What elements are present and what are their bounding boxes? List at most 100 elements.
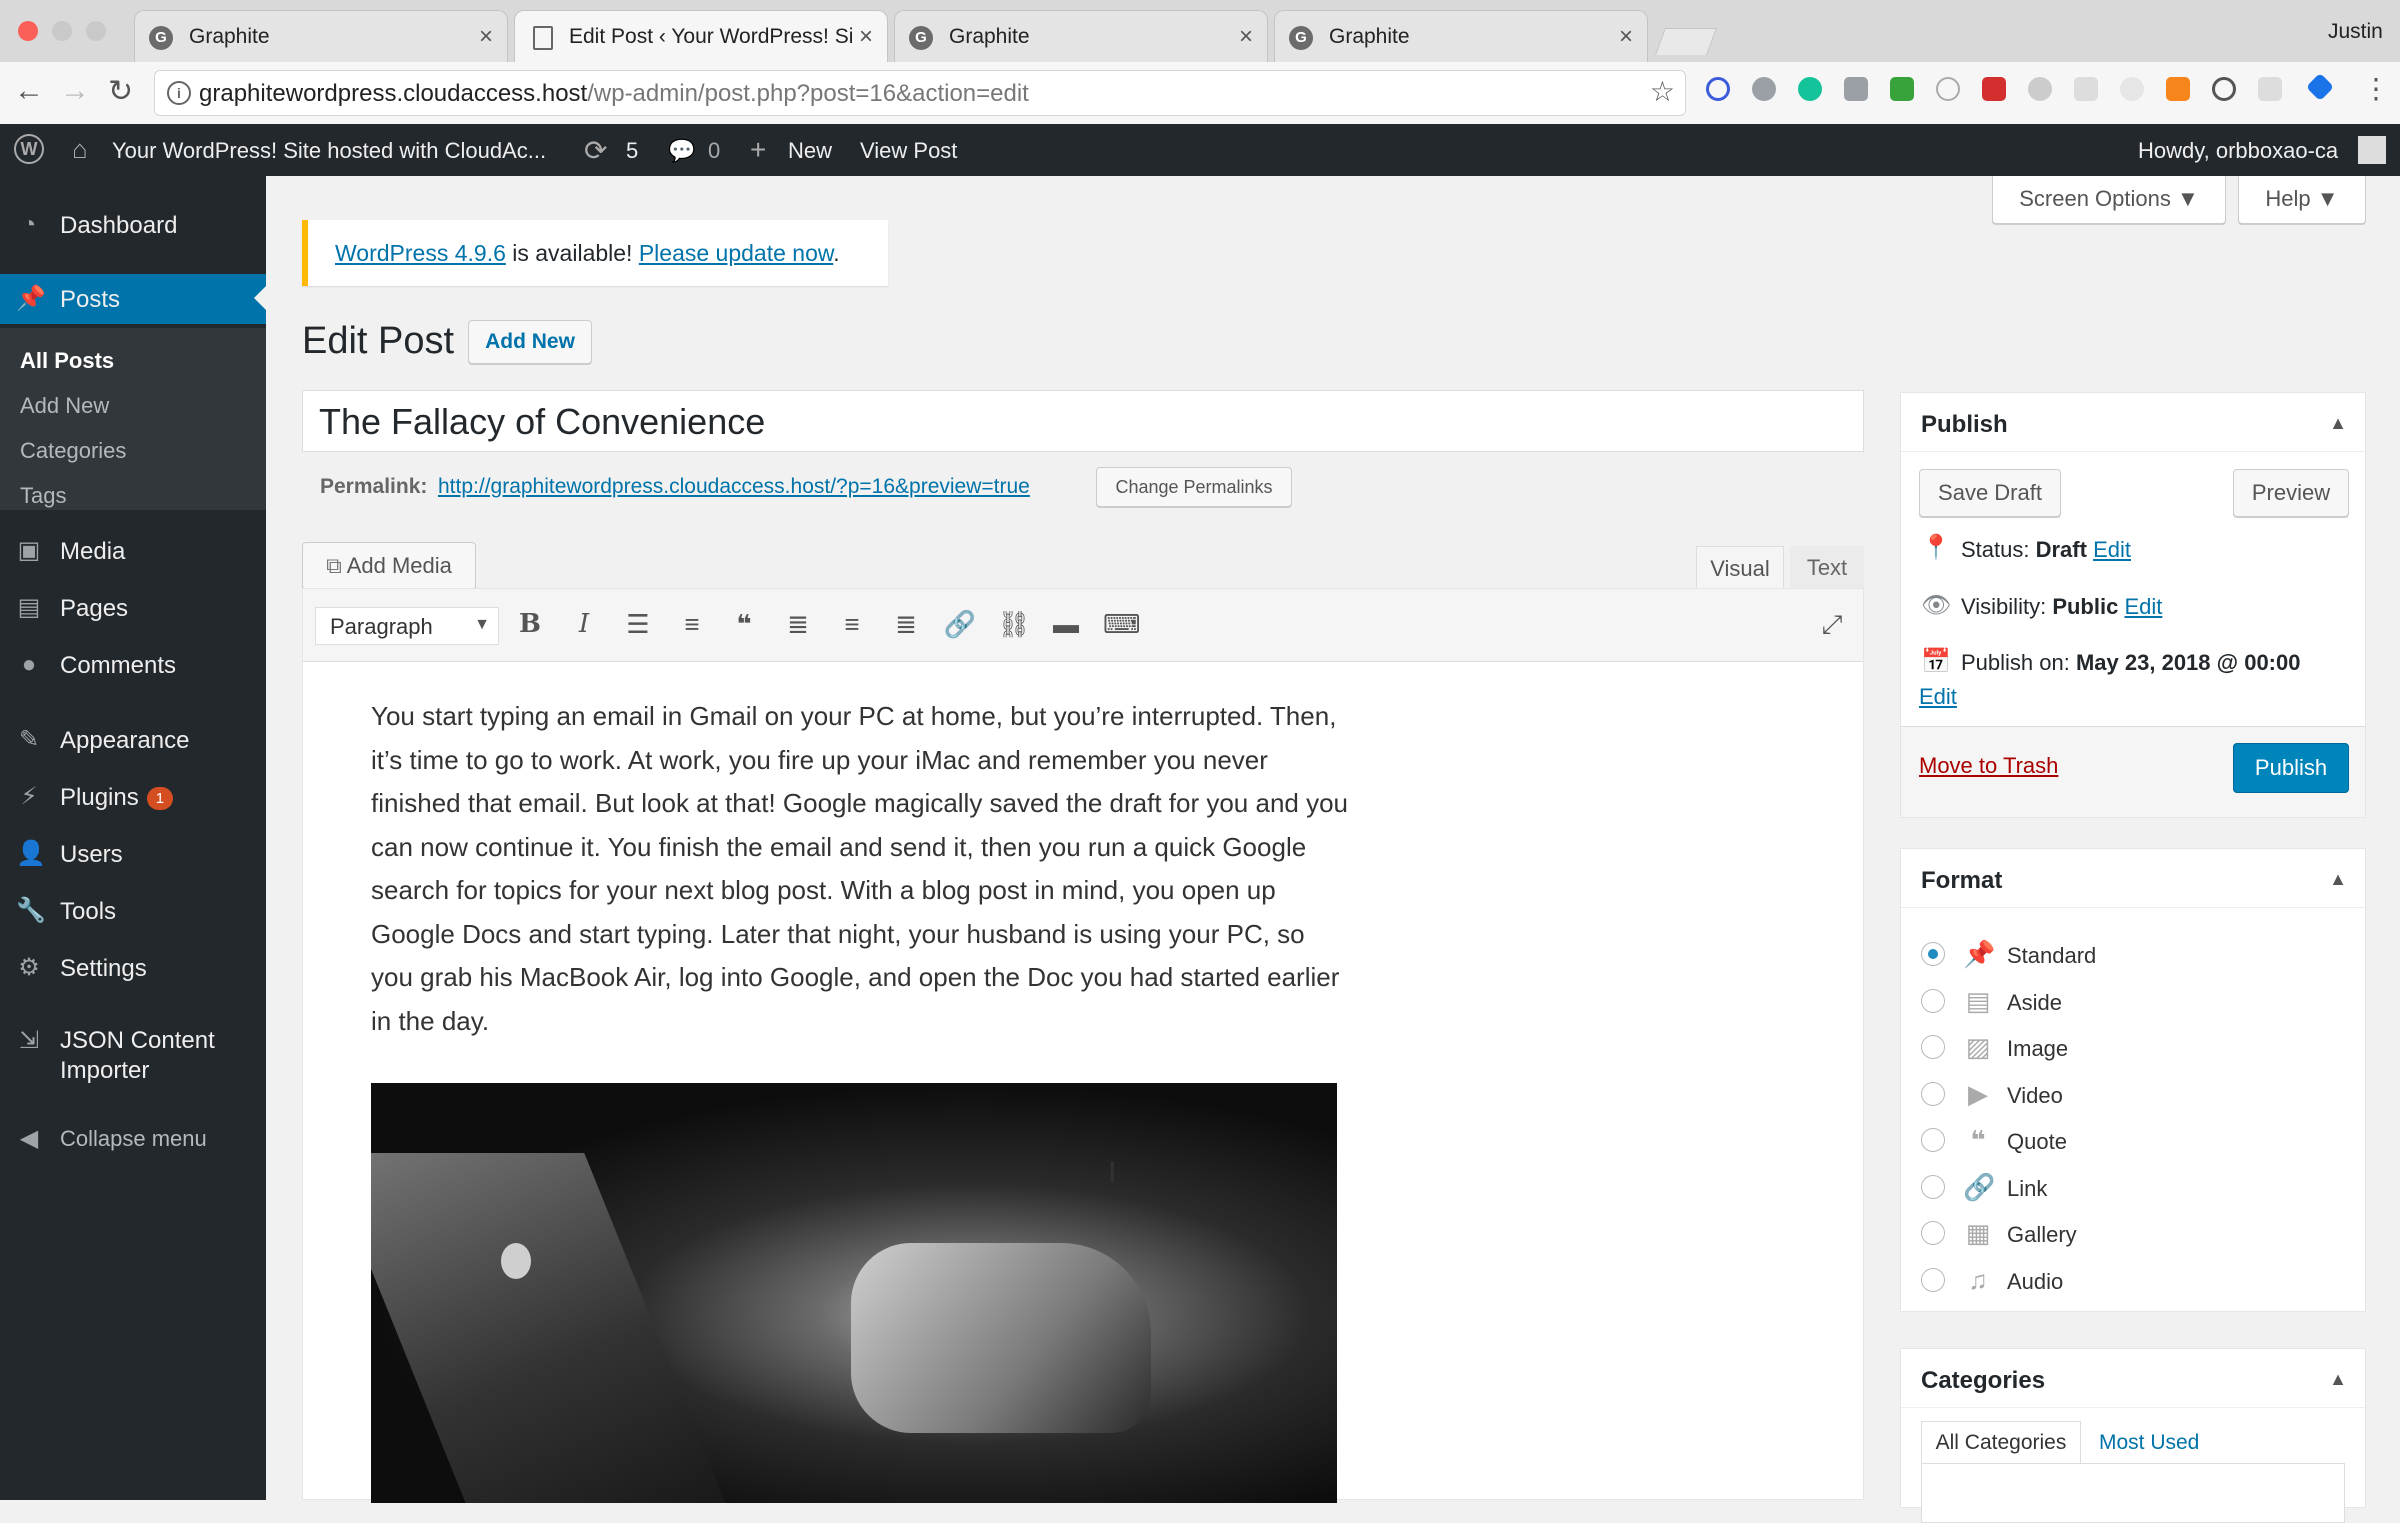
- sidebar-item-posts[interactable]: 📌 Posts: [0, 274, 266, 324]
- minimize-window-button[interactable]: [52, 21, 72, 41]
- edit-publish-date-link[interactable]: Edit: [1919, 684, 1957, 710]
- close-tab-icon[interactable]: ×: [1239, 23, 1253, 51]
- back-arrow-icon[interactable]: ←: [14, 74, 44, 108]
- move-to-trash-link[interactable]: Move to Trash: [1919, 753, 2058, 779]
- extension-icon[interactable]: [1936, 77, 1960, 101]
- close-tab-icon[interactable]: ×: [1619, 23, 1633, 51]
- publish-button[interactable]: Publish: [2233, 743, 2349, 793]
- sidebar-item-plugins[interactable]: ⚡ Plugins 1: [0, 772, 266, 822]
- submenu-add-new[interactable]: Add New: [20, 393, 109, 419]
- comments-count[interactable]: 0: [708, 138, 720, 164]
- maximize-window-button[interactable]: [86, 21, 106, 41]
- fullscreen-icon[interactable]: ⤢: [1815, 609, 1849, 641]
- extension-icon[interactable]: [2028, 77, 2052, 101]
- sidebar-item-json-content-importer[interactable]: ⇲ JSON Content Importer: [0, 1016, 266, 1096]
- screen-options-button[interactable]: Screen Options ▼: [1992, 176, 2226, 224]
- collapse-menu-button[interactable]: ◀ Collapse menu: [0, 1114, 266, 1164]
- align-left-icon[interactable]: ≣: [781, 609, 815, 640]
- browser-menu-icon[interactable]: ⋮: [2362, 72, 2390, 105]
- view-post-link[interactable]: View Post: [860, 138, 957, 164]
- address-bar[interactable]: i graphitewordpress.cloudaccess.host/wp-…: [154, 70, 1686, 116]
- extension-icon[interactable]: [1982, 77, 2006, 101]
- sidebar-item-media[interactable]: ▣ Media: [0, 526, 266, 576]
- tab-all-categories[interactable]: All Categories: [1921, 1421, 2081, 1465]
- permalink-url-link[interactable]: http://graphitewordpress.cloudaccess.hos…: [438, 475, 1030, 499]
- format-radio-gallery[interactable]: [1921, 1221, 1945, 1245]
- align-right-icon[interactable]: ≣: [889, 609, 923, 640]
- sidebar-item-users[interactable]: 👤 Users: [0, 829, 266, 879]
- sidebar-item-dashboard[interactable]: ◔ Dashboard: [0, 200, 266, 250]
- read-more-icon[interactable]: ▬: [1049, 609, 1083, 640]
- close-tab-icon[interactable]: ×: [479, 23, 493, 51]
- browser-tab[interactable]: G Graphite ×: [894, 10, 1268, 62]
- toggle-panel-icon[interactable]: ▲: [2329, 413, 2347, 434]
- format-radio-aside[interactable]: [1921, 989, 1945, 1013]
- browser-tab[interactable]: G Graphite ×: [1274, 10, 1648, 62]
- avatar[interactable]: [2358, 136, 2386, 164]
- new-tab-button[interactable]: [1655, 28, 1717, 55]
- close-tab-icon[interactable]: ×: [859, 23, 873, 51]
- wordpress-logo-icon[interactable]: W: [14, 134, 44, 164]
- submenu-categories[interactable]: Categories: [20, 438, 126, 464]
- toolbar-toggle-icon[interactable]: ⌨: [1103, 609, 1141, 640]
- site-info-icon[interactable]: i: [167, 81, 191, 105]
- format-radio-video[interactable]: [1921, 1082, 1945, 1106]
- extension-icon[interactable]: [2074, 77, 2098, 101]
- toggle-panel-icon[interactable]: ▲: [2329, 1369, 2347, 1390]
- reload-icon[interactable]: ↻: [108, 74, 133, 109]
- format-select[interactable]: Paragraph ▼: [315, 607, 499, 645]
- post-body-text[interactable]: You start typing an email in Gmail on yo…: [371, 695, 1351, 1043]
- url-text[interactable]: graphitewordpress.cloudaccess.host/wp-ad…: [199, 80, 1029, 108]
- align-center-icon[interactable]: ≡: [835, 609, 869, 640]
- insert-link-icon[interactable]: 🔗: [943, 609, 977, 640]
- close-window-button[interactable]: [18, 21, 38, 41]
- add-media-button[interactable]: ⧉ Add Media: [302, 542, 476, 590]
- edit-status-link[interactable]: Edit: [2093, 537, 2131, 562]
- new-content-link[interactable]: New: [788, 138, 832, 164]
- extension-icon[interactable]: [1844, 77, 1868, 101]
- sidebar-item-pages[interactable]: ▤ Pages: [0, 583, 266, 633]
- sidebar-item-comments[interactable]: ● Comments: [0, 640, 266, 690]
- grammarly-extension-icon[interactable]: [1798, 77, 1822, 101]
- toggle-panel-icon[interactable]: ▲: [2329, 869, 2347, 890]
- updates-icon[interactable]: ⟳: [584, 134, 607, 167]
- bookmark-star-icon[interactable]: ☆: [1650, 75, 1675, 108]
- updates-count[interactable]: 5: [626, 138, 638, 164]
- wordpress-version-link[interactable]: WordPress 4.9.6: [335, 240, 506, 266]
- blockquote-icon[interactable]: ❝: [727, 609, 761, 640]
- bulleted-list-icon[interactable]: ☰: [621, 609, 655, 640]
- post-content-editor[interactable]: Paragraph ▼ B I ☰ ≡ ❝ ≣ ≡ ≣ 🔗 ⛓ ▬ ⌨ ⤢ Yo…: [302, 588, 1864, 1503]
- howdy-user-link[interactable]: Howdy, orbboxao-ca: [2138, 138, 2338, 164]
- post-image[interactable]: [371, 1083, 1337, 1503]
- post-title-input[interactable]: The Fallacy of Convenience: [302, 390, 1864, 452]
- plus-icon[interactable]: +: [750, 134, 766, 166]
- browser-profile-name[interactable]: Justin: [2328, 20, 2383, 44]
- sidebar-item-tools[interactable]: 🔧 Tools: [0, 886, 266, 936]
- tab-most-used[interactable]: Most Used: [2099, 1431, 2199, 1455]
- format-radio-quote[interactable]: [1921, 1128, 1945, 1152]
- help-button[interactable]: Help ▼: [2238, 176, 2366, 224]
- edit-visibility-link[interactable]: Edit: [2124, 594, 2162, 619]
- add-new-post-button[interactable]: Add New: [468, 320, 592, 364]
- save-draft-button[interactable]: Save Draft: [1919, 469, 2061, 517]
- browser-tab[interactable]: G Graphite ×: [134, 10, 508, 62]
- submenu-all-posts[interactable]: All Posts: [20, 348, 114, 374]
- update-now-link[interactable]: Please update now: [639, 240, 833, 266]
- sidebar-item-settings[interactable]: ⚙ Settings: [0, 943, 266, 993]
- tab-text[interactable]: Text: [1790, 546, 1864, 590]
- site-name-link[interactable]: Your WordPress! Site hosted with CloudAc…: [112, 138, 546, 164]
- remove-link-icon[interactable]: ⛓: [997, 609, 1031, 640]
- format-radio-standard[interactable]: [1921, 942, 1945, 966]
- italic-icon[interactable]: I: [567, 609, 601, 639]
- forward-arrow-icon[interactable]: →: [60, 74, 90, 108]
- bold-icon[interactable]: B: [513, 609, 547, 639]
- cors-extension-icon[interactable]: [1890, 77, 1914, 101]
- numbered-list-icon[interactable]: ≡: [675, 609, 709, 640]
- extension-icon[interactable]: [2212, 77, 2236, 101]
- extension-icon[interactable]: [1752, 77, 1776, 101]
- browser-tab-active[interactable]: Edit Post ‹ Your WordPress! Si ×: [514, 10, 888, 64]
- sidebar-item-appearance[interactable]: ✎ Appearance: [0, 715, 266, 765]
- format-radio-link[interactable]: [1921, 1175, 1945, 1199]
- preview-button[interactable]: Preview: [2233, 469, 2349, 517]
- submenu-tags[interactable]: Tags: [20, 483, 66, 509]
